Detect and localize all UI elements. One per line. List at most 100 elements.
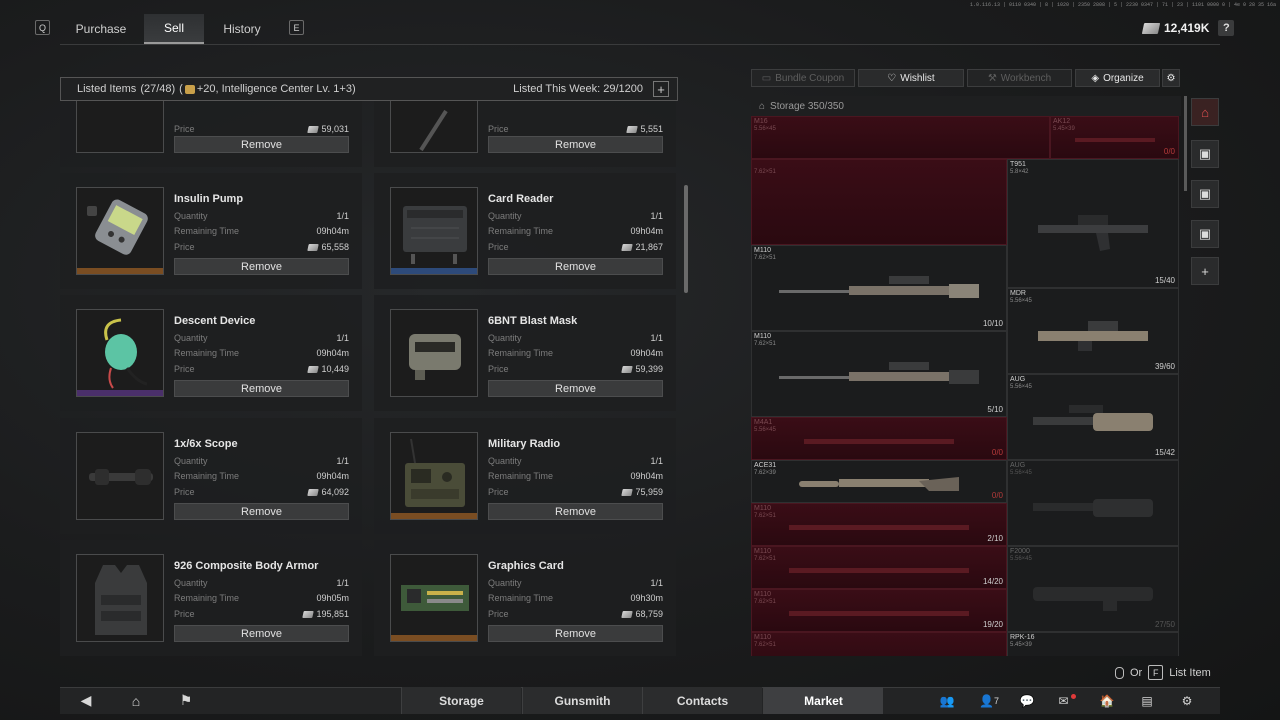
gun-cell[interactable]: AUG 5.56×45 bbox=[1007, 460, 1179, 546]
insulin-pump-icon bbox=[87, 199, 148, 255]
quantity-label: Quantity bbox=[488, 211, 522, 221]
listing-card: Card Reader Quantity 1/1 Remaining Time 09… bbox=[374, 173, 676, 289]
version-text: 1.0.116.13 | 0110 0340 | 8 | 1020 | 2350… bbox=[969, 2, 1276, 8]
ammo-count: 15/42 bbox=[1154, 448, 1175, 457]
remove-button[interactable]: Remove bbox=[174, 380, 349, 397]
gun-cell[interactable]: ACE31 7.62×39 0/0 bbox=[751, 460, 1007, 503]
rarity-bar bbox=[77, 390, 163, 396]
rifle-icon bbox=[1074, 137, 1155, 142]
item-remaining: 09h04m bbox=[630, 226, 663, 236]
gun-caliber: 5.56×45 bbox=[1010, 470, 1032, 476]
gun-cell[interactable]: M110 7.62×51 2/10 bbox=[751, 503, 1007, 546]
back-button[interactable]: ◀ bbox=[66, 687, 106, 714]
bundle-coupon-tab[interactable]: ▭ Bundle Coupon bbox=[751, 69, 855, 87]
price-label: Price bbox=[488, 364, 509, 374]
remaining-label: Remaining Time bbox=[174, 593, 240, 603]
listing-card: 6BNT Blast Mask Quantity 1/1 Remaining Ti… bbox=[374, 295, 676, 411]
help-button[interactable]: ? bbox=[1218, 20, 1235, 36]
gun-cell[interactable]: AK12 5.45×39 0/0 bbox=[1050, 116, 1179, 159]
gun-cell[interactable]: AUG 5.56×45 15/42 bbox=[1007, 374, 1179, 460]
wishlist-tab[interactable]: ♡ Wishlist bbox=[858, 69, 964, 87]
gun-name: ACE31 bbox=[754, 462, 777, 469]
listings-scrollbar[interactable] bbox=[684, 185, 688, 293]
remaining-row: Remaining Time 09h04m bbox=[488, 348, 663, 358]
add-storage-button[interactable]: + bbox=[1191, 257, 1219, 285]
quantity-row: Quantity 1/1 bbox=[174, 333, 349, 343]
item-quantity: 1/1 bbox=[650, 456, 663, 466]
item-price: 5,551 bbox=[640, 124, 663, 134]
gun-cell[interactable]: M110 7.62×51 19/20 bbox=[751, 589, 1007, 632]
flag-button[interactable]: ⚑ bbox=[166, 687, 206, 714]
remove-button[interactable]: Remove bbox=[174, 503, 349, 520]
price-label: Price bbox=[488, 124, 509, 134]
remaining-label: Remaining Time bbox=[488, 226, 554, 236]
gun-cell[interactable]: RPK-16 5.45×39 bbox=[1007, 632, 1179, 656]
workbench-tab[interactable]: ⚒ Workbench bbox=[967, 69, 1072, 87]
hint-or: Or bbox=[1130, 666, 1143, 679]
storage-scrollbar[interactable] bbox=[1184, 96, 1187, 191]
organize-tab[interactable]: ◈ Organize bbox=[1075, 69, 1160, 87]
tab-contacts[interactable]: Contacts bbox=[642, 687, 762, 714]
friends-button[interactable]: 👤 7 bbox=[970, 687, 1008, 714]
storage-grid[interactable]: M16 5.56×45 AK12 5.45×39 0/0 7.62×51 T951 5.… bbox=[751, 116, 1179, 656]
tab-gunsmith[interactable]: Gunsmith bbox=[522, 687, 642, 714]
mail-button[interactable]: ✉ bbox=[1048, 687, 1086, 714]
notes-button[interactable]: ▤ bbox=[1128, 687, 1166, 714]
remove-button[interactable]: Remove bbox=[488, 136, 663, 153]
item-thumbnail bbox=[390, 187, 478, 275]
gun-cell[interactable]: MDR 5.56×45 39/60 bbox=[1007, 288, 1179, 374]
gun-cell[interactable]: M4A1 5.56×45 0/0 bbox=[751, 417, 1007, 460]
gun-name: M16 bbox=[754, 118, 768, 125]
remove-button[interactable]: Remove bbox=[488, 625, 663, 642]
remove-button[interactable]: Remove bbox=[174, 258, 349, 275]
gun-cell[interactable]: 7.62×51 bbox=[751, 159, 1007, 245]
tab-history[interactable]: History bbox=[212, 14, 272, 44]
gun-cell[interactable]: M110 7.62×51 10/10 bbox=[751, 245, 1007, 331]
storage-slot-2-button[interactable]: ▣ bbox=[1191, 180, 1219, 208]
gun-cell[interactable]: F2000 5.56×45 27/50 bbox=[1007, 546, 1179, 632]
remove-button[interactable]: Remove bbox=[174, 625, 349, 642]
gun-name: M110 bbox=[754, 548, 771, 555]
remove-button[interactable]: Remove bbox=[488, 258, 663, 275]
gun-name: AK12 bbox=[1053, 118, 1071, 125]
settings-button[interactable]: ⚙ bbox=[1162, 69, 1180, 87]
home-button[interactable]: ⌂ bbox=[116, 687, 156, 714]
gun-name: M110 bbox=[754, 505, 771, 512]
storage-home-button[interactable]: ⌂ bbox=[1191, 98, 1219, 126]
listed-items-list[interactable]: Price 59,031 Remove Price 5,551 Remove Ins… bbox=[60, 101, 688, 657]
quantity-row: Quantity 1/1 bbox=[488, 578, 663, 588]
prev-tab-key[interactable]: Q bbox=[35, 20, 50, 35]
tab-sell[interactable]: Sell bbox=[144, 14, 204, 44]
squad-button[interactable]: 👥 bbox=[928, 687, 966, 714]
tab-market[interactable]: Market bbox=[763, 687, 883, 714]
item-quantity: 1/1 bbox=[650, 333, 663, 343]
gun-name: M110 bbox=[754, 333, 771, 340]
remove-button[interactable]: Remove bbox=[488, 380, 663, 397]
storage-slot-1-button[interactable]: ▣ bbox=[1191, 140, 1219, 168]
item-thumbnail bbox=[390, 554, 478, 642]
money-icon bbox=[1141, 22, 1161, 34]
ammo-count: 27/50 bbox=[1154, 620, 1175, 629]
tab-purchase[interactable]: Purchase bbox=[68, 14, 134, 44]
gun-caliber: 7.62×51 bbox=[754, 642, 776, 648]
gun-caliber: 5.56×45 bbox=[754, 427, 776, 433]
next-tab-key[interactable]: E bbox=[289, 20, 304, 35]
gun-cell[interactable]: M110 7.62×51 14/20 bbox=[751, 546, 1007, 589]
storage-slot-3-button[interactable]: ▣ bbox=[1191, 220, 1219, 248]
add-listing-button[interactable]: + bbox=[653, 81, 669, 97]
gun-cell[interactable]: M110 7.62×51 5/10 bbox=[751, 331, 1007, 417]
gun-cell[interactable]: T951 5.8×42 15/40 bbox=[1007, 159, 1179, 288]
gun-cell[interactable]: M16 5.56×45 bbox=[751, 116, 1050, 159]
layers-icon: ◈ bbox=[1091, 72, 1100, 84]
gun-name: M4A1 bbox=[754, 419, 773, 426]
ammo-count: 19/20 bbox=[982, 620, 1003, 629]
shop-button[interactable]: 🏠 bbox=[1088, 687, 1126, 714]
remove-button[interactable]: Remove bbox=[174, 136, 349, 153]
remove-button[interactable]: Remove bbox=[488, 503, 663, 520]
item-price: 21,867 bbox=[635, 242, 663, 252]
settings-menu-button[interactable]: ⚙ bbox=[1168, 687, 1206, 714]
chat-button[interactable]: 💬 bbox=[1008, 687, 1046, 714]
ammo-count: 10/10 bbox=[982, 319, 1003, 328]
gun-cell[interactable]: M110 7.62×51 bbox=[751, 632, 1007, 656]
tab-storage[interactable]: Storage bbox=[401, 687, 521, 714]
